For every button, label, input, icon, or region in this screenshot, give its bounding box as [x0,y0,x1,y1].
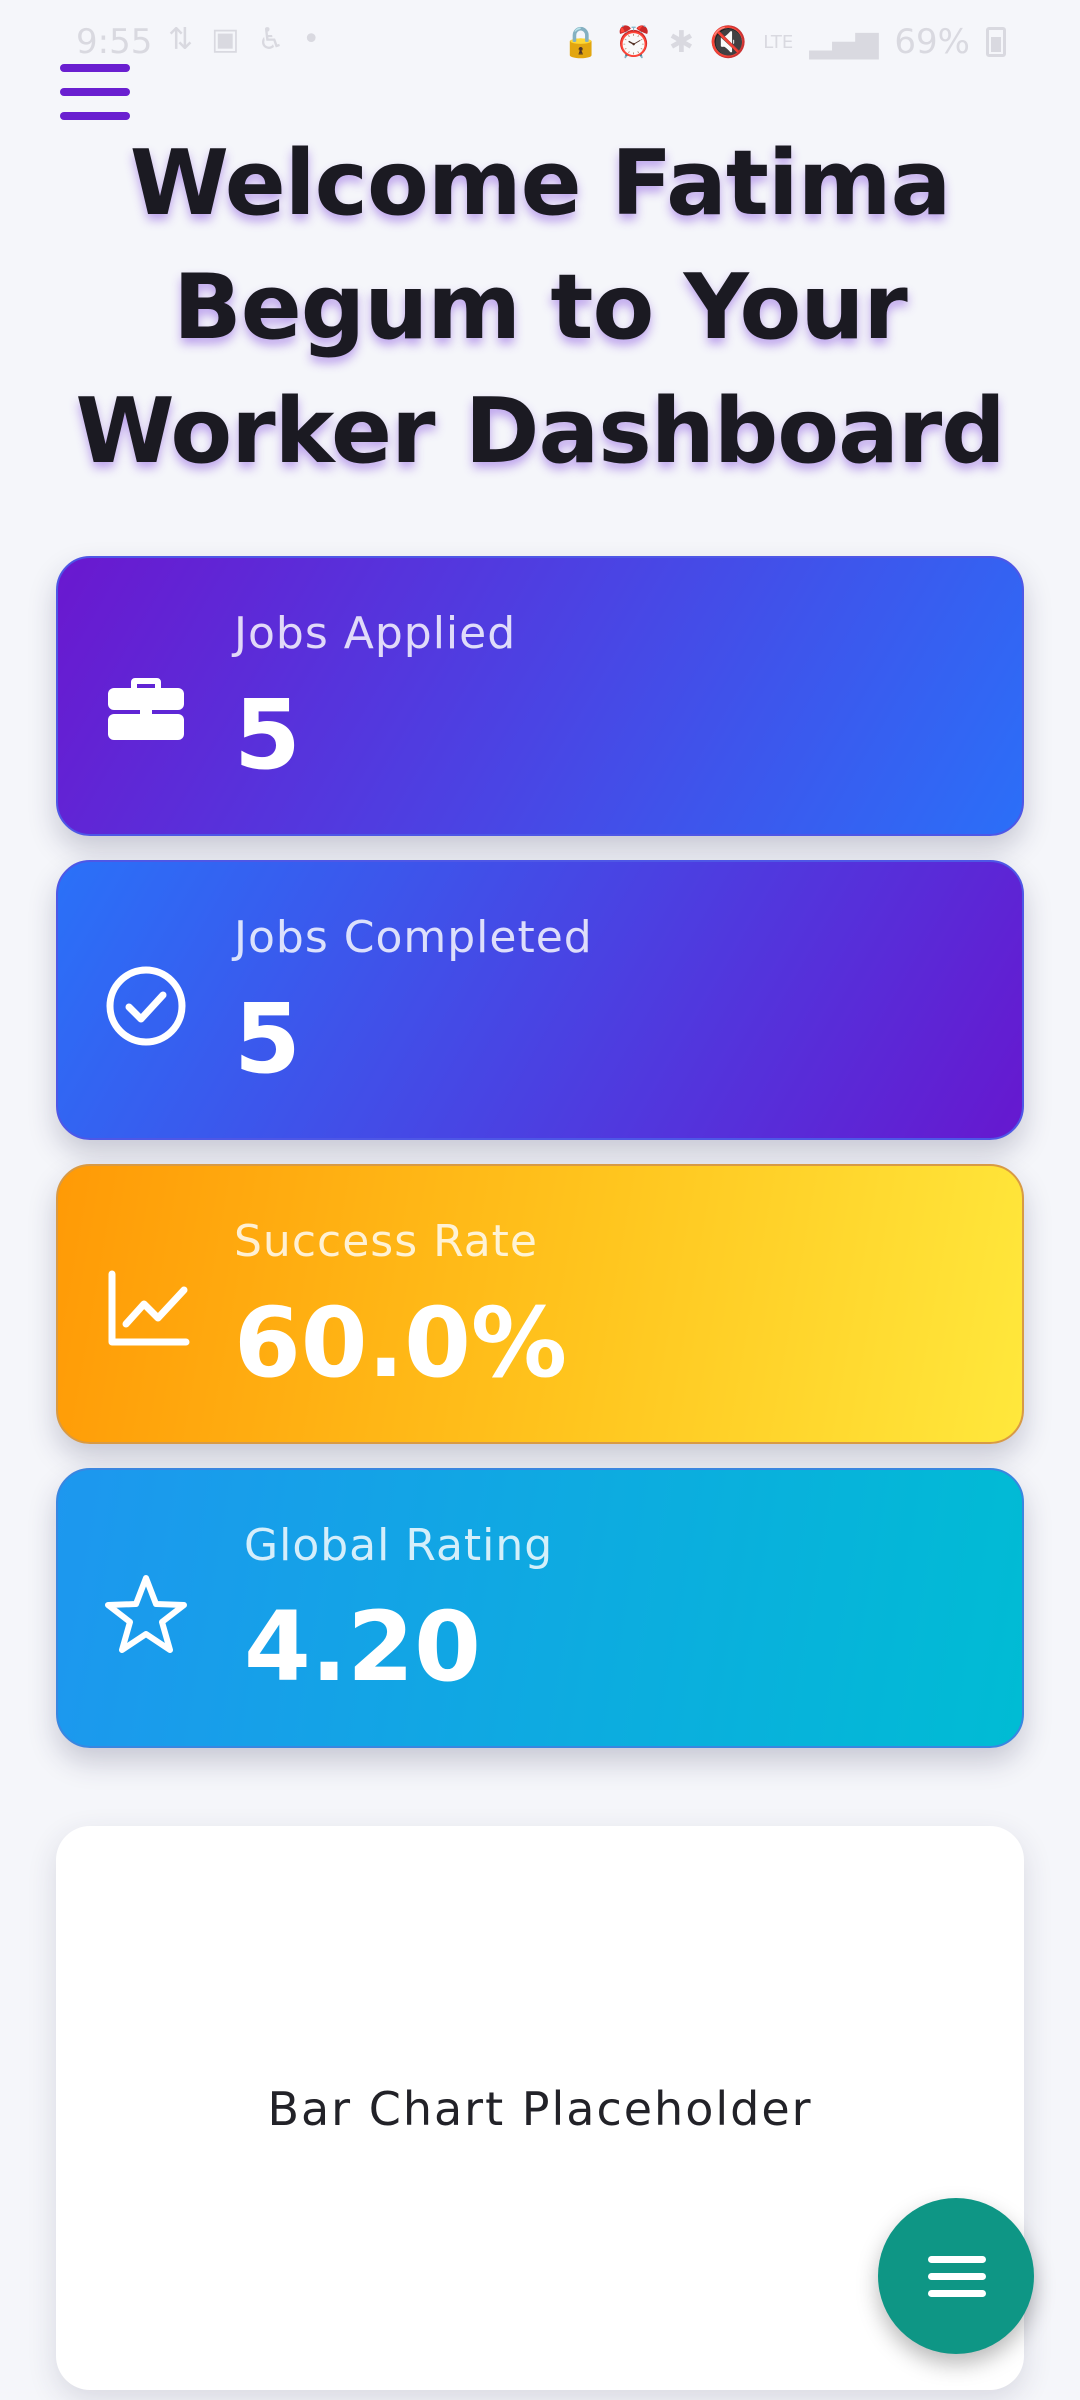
chart-placeholder-text: Bar Chart Placeholder [267,2082,813,2136]
signal-icon: ▂▄▆ [809,24,879,60]
trending-chart-icon [108,1270,190,1346]
bar-chart-card: Bar Chart Placeholder [56,1826,1024,2390]
accessibility-icon: ♿ [257,22,285,57]
lock-icon: 🔒 [562,24,600,60]
fab-menu-button[interactable] [878,2198,1034,2354]
hamburger-menu-icon[interactable] [56,58,134,130]
card-label: Jobs Completed [234,912,593,963]
data-speed-icon: ⇅ [168,22,194,57]
battery-icon [986,27,1006,57]
lte-icon: LTE [763,31,794,53]
page-title: Welcome Fatima Begum to Your Worker Dash… [75,131,1005,484]
card-value: 5 [234,679,301,791]
battery-percent: 69% [894,22,970,62]
card-value: 60.0% [234,1287,568,1399]
briefcase-icon [108,678,184,740]
status-left-icons: ⇅ ▣ ♿ • [168,22,320,57]
card-label: Success Rate [234,1216,538,1267]
stat-card-global-rating[interactable]: Global Rating 4.20 [56,1468,1024,1748]
mute-icon: 🔇 [709,24,748,60]
check-circle-icon [106,966,186,1046]
bluetooth-icon: ✱ [668,24,694,60]
menu-icon [928,2256,986,2263]
status-time: 9:55 [76,22,153,62]
card-value: 5 [234,983,301,1095]
stat-card-jobs-completed[interactable]: Jobs Completed 5 [56,860,1024,1140]
star-icon [105,1575,187,1653]
dot-icon: • [302,22,321,57]
stat-card-success-rate[interactable]: Success Rate 60.0% [56,1164,1024,1444]
status-right-icons: 🔒 ⏰ ✱ 🔇 LTE ▂▄▆ 69% [562,22,1006,62]
card-label: Global Rating [244,1520,554,1571]
card-label: Jobs Applied [234,608,517,659]
stat-card-jobs-applied[interactable]: Jobs Applied 5 [56,556,1024,836]
gallery-icon: ▣ [211,22,240,57]
alarm-icon: ⏰ [615,24,653,60]
card-value: 4.20 [244,1591,481,1703]
status-bar: 9:55 ⇅ ▣ ♿ • 🔒 ⏰ ✱ 🔇 LTE ▂▄▆ 69% [0,0,1080,90]
